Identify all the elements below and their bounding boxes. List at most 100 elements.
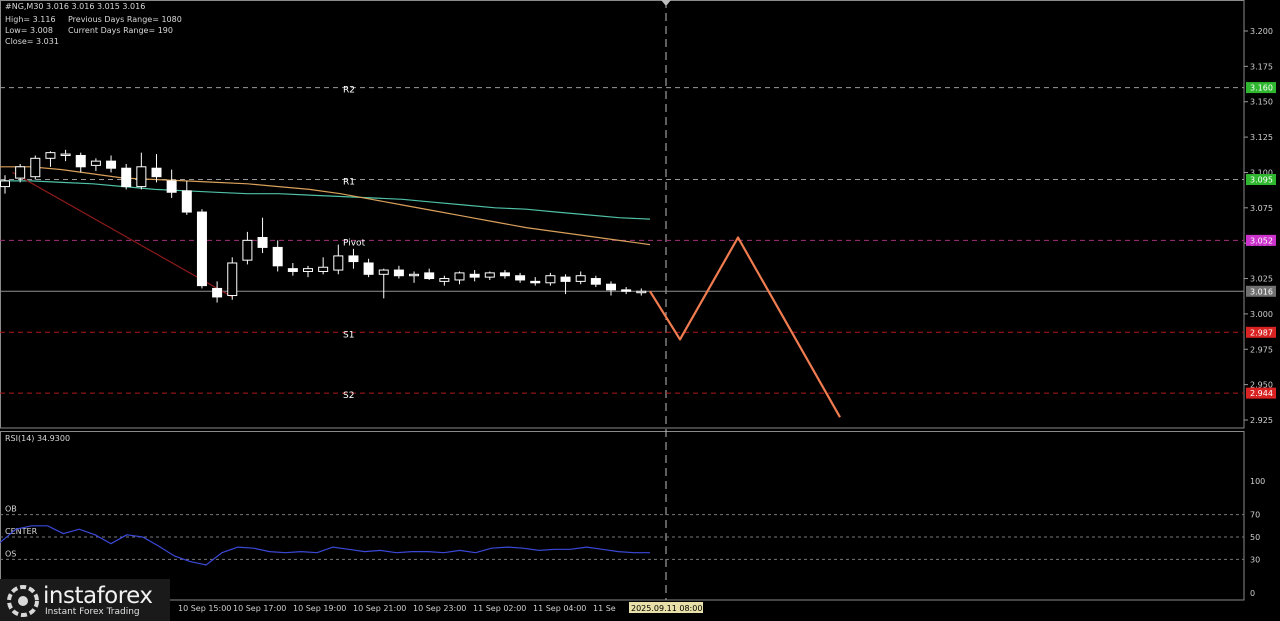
high-value: High= 3.116 <box>5 15 56 24</box>
candle-body <box>75 154 86 168</box>
price-tick-label: 2.925 <box>1250 416 1273 425</box>
ma-fast-line <box>0 166 651 246</box>
time-tick-label: 11 Sep 04:00 <box>533 604 586 613</box>
candle-body <box>515 275 526 281</box>
candle-body <box>60 153 71 156</box>
level-label-pivot: Pivot <box>343 238 366 248</box>
time-tick-label: 10 Sep 23:00 <box>413 604 466 613</box>
candle-body <box>272 246 283 267</box>
rsi-tick-label: 0 <box>1250 589 1255 598</box>
candle-body <box>333 255 344 271</box>
price-tick-label: 3.200 <box>1250 27 1273 36</box>
candle-body <box>606 283 616 291</box>
level-label-r2: R2 <box>343 86 355 96</box>
time-tick-label: 11 Se <box>593 604 616 613</box>
candle-body <box>621 289 632 292</box>
rsi-tick-label: 100 <box>1250 477 1265 486</box>
candle-body <box>90 160 101 166</box>
current-days-range: Current Days Range= 190 <box>68 26 173 35</box>
candle-body <box>363 262 374 275</box>
instaforex-logo-icon <box>7 585 39 617</box>
candle-body <box>590 278 601 285</box>
forecast-line <box>649 236 841 418</box>
level-price-label: 3.016 <box>1250 287 1273 296</box>
candle-body <box>0 180 10 188</box>
candle-body <box>257 237 268 248</box>
price-tick-label: 3.075 <box>1250 204 1273 213</box>
candle-body <box>166 180 177 193</box>
chart-canvas: R2R1PivotS1S2 RSI(14) 34.9300OBCENTEROS1… <box>0 0 1276 613</box>
rsi-tick-label: 30 <box>1250 555 1260 564</box>
time-tick-label: 11 Sep 02:00 <box>473 604 526 613</box>
rsi-level-label-ob: OB <box>5 505 17 514</box>
candle-body <box>121 167 132 188</box>
candle-body <box>136 166 147 188</box>
previous-days-range: Previous Days Range= 1080 <box>68 15 182 24</box>
candle-body <box>636 290 647 294</box>
candle-body <box>424 272 435 280</box>
level-price-label: 2.944 <box>1250 389 1273 398</box>
candle-body <box>106 160 117 169</box>
candle-body <box>151 167 162 178</box>
level-label-s1: S1 <box>343 330 354 340</box>
time-tick-label: 10 Sep 19:00 <box>293 604 346 613</box>
symbol-line: #NG,M30 3.016 3.016 3.015 3.016 <box>5 2 146 11</box>
rsi-panel: RSI(14) 34.9300OBCENTEROS1007050300 <box>0 434 1265 598</box>
candle-body <box>30 157 41 178</box>
level-price-label: 2.987 <box>1250 328 1273 337</box>
rsi-tick-label: 50 <box>1250 533 1260 542</box>
candle-body <box>499 272 510 277</box>
level-label-s2: S2 <box>343 391 354 401</box>
rsi-panel-frame <box>0 431 1245 601</box>
price-tick-label: 3.000 <box>1250 310 1273 319</box>
candle-body <box>560 276 571 282</box>
pivot-levels: R2 R1 Pivot S1 S2 <box>0 86 1244 401</box>
level-price-label: 3.160 <box>1250 84 1273 93</box>
level-label-r1: R1 <box>343 178 355 188</box>
candle-body <box>484 272 495 278</box>
candle-body <box>469 273 480 278</box>
price-axis[interactable]: 3.2003.1753.1503.1253.1003.0753.0503.025… <box>1244 27 1276 425</box>
price-tick-label: 3.125 <box>1250 133 1273 142</box>
moving-averages <box>0 166 651 246</box>
price-tick-label: 3.175 <box>1250 62 1273 71</box>
candles <box>0 149 647 303</box>
candle-body <box>575 275 586 282</box>
grid-layer <box>0 0 1245 601</box>
candle-body <box>393 269 404 277</box>
candle-body <box>212 287 223 298</box>
close-value: Close= 3.031 <box>5 37 59 46</box>
time-tick-label: 10 Sep 17:00 <box>233 604 286 613</box>
candle-body <box>439 278 450 282</box>
candle-body <box>15 166 26 179</box>
candle-body <box>45 152 56 159</box>
logo-tagline: Instant Forex Trading <box>45 607 140 617</box>
candle-body <box>454 272 465 281</box>
candle-body <box>303 268 313 272</box>
time-marker-icon <box>661 0 671 6</box>
low-value: Low= 3.008 <box>5 26 53 35</box>
instaforex-logo: instaforex Instant Forex Trading <box>0 579 170 621</box>
candle-body <box>530 280 541 284</box>
price-tick-label: 2.975 <box>1250 345 1273 354</box>
rsi-tick-label: 70 <box>1250 511 1260 520</box>
forecast-path <box>649 236 841 418</box>
candle-body <box>227 262 238 297</box>
candle-body <box>318 266 329 272</box>
candle-body <box>378 269 389 275</box>
time-axis[interactable]: 10 Sep 15:00 10 Sep 17:00 10 Sep 19:00 10 S… <box>178 602 703 613</box>
candle-body <box>348 255 359 263</box>
time-tick-label: 10 Sep 21:00 <box>353 604 406 613</box>
time-cursor-label: 2025.09.11 08:00 <box>631 604 702 613</box>
rsi-level-label-os: OS <box>5 549 16 558</box>
ma-slow-line <box>0 180 651 220</box>
candle-body <box>409 273 420 277</box>
candle-body <box>545 275 556 284</box>
level-price-label: 3.095 <box>1250 176 1273 185</box>
price-tick-label: 3.150 <box>1250 98 1273 107</box>
rsi-title: RSI(14) 34.9300 <box>5 434 70 443</box>
logo-name: instaforex <box>43 583 153 609</box>
time-tick-label: 10 Sep 15:00 <box>178 604 231 613</box>
price-tick-label: 3.025 <box>1250 275 1273 284</box>
candle-body <box>242 239 253 261</box>
